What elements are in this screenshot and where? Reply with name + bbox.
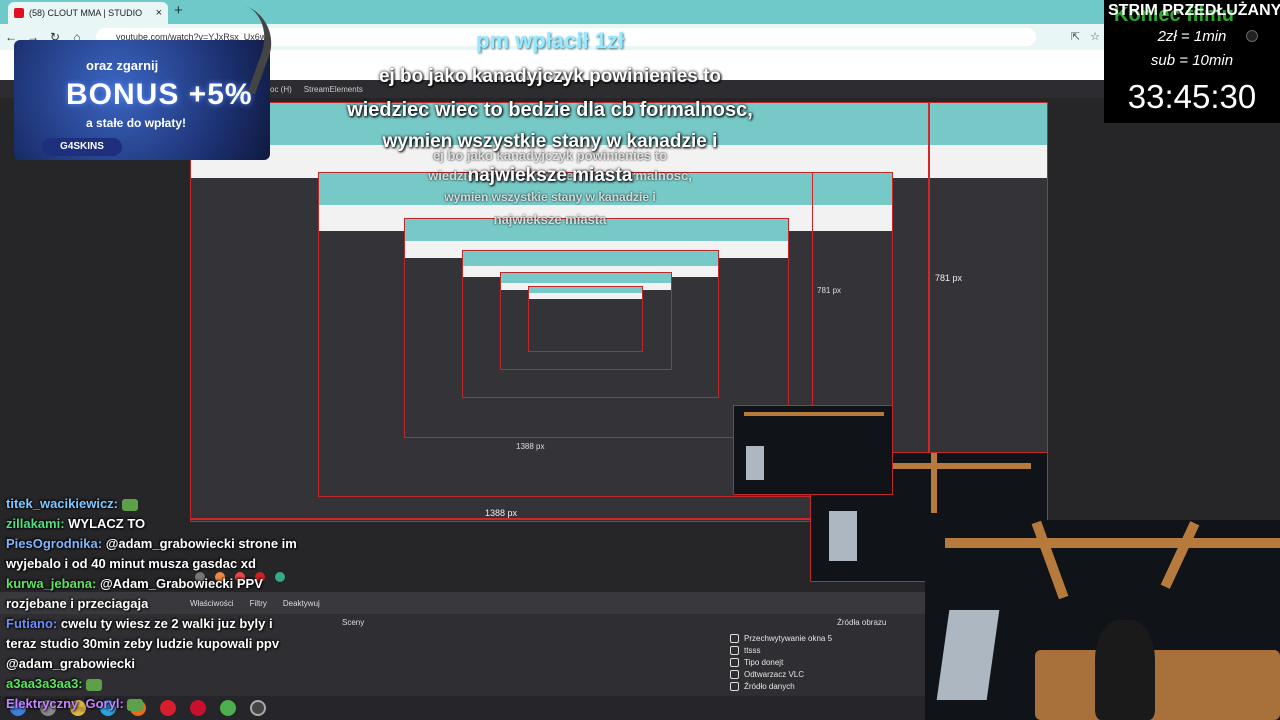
height-label: 781 px [935, 273, 963, 283]
chat-message: rozjebane i przeciagaja [6, 594, 336, 614]
width-label-2: 1388 px [516, 442, 545, 451]
globe-icon [730, 657, 739, 667]
chat-text: WYLACZ TO [68, 516, 146, 531]
chat-message: PiesOgrodnika: @adam_grabowiecki strone … [6, 534, 336, 554]
nested-caption: najwieksze miasta [493, 212, 607, 227]
sources-header: Źródła obrazu [837, 618, 887, 627]
source-label: Tipo donejt [744, 657, 784, 667]
chat-message: titek_wacikiewicz: [6, 494, 336, 514]
close-tab-icon[interactable]: × [156, 7, 162, 19]
chat-text: cwelu ty wiesz ze 2 walki juz byly i [60, 616, 273, 631]
chat-message: Elektryczny_Goryl: [6, 694, 336, 714]
window-capture-icon [730, 633, 739, 643]
chat-text: @adam_grabowiecki [6, 656, 136, 671]
chat-message: a3aa3a3aa3: [6, 674, 336, 694]
browser-tab[interactable]: (58) CLOUT MMA | STUDIO × [8, 2, 168, 24]
record-icon [1246, 30, 1258, 42]
youtube-icon [14, 8, 24, 18]
webcam-feed [925, 520, 1280, 720]
ad-line: a stałe do wpłaty! [86, 116, 187, 130]
tts-caption-line: wiedziec wiec to bedzie dla cb formalnos… [347, 99, 753, 121]
scenes-header: Sceny [342, 618, 365, 627]
play-icon [730, 681, 739, 691]
sources-list: Przechwytywanie okna 5 ttsss Tipo donejt… [730, 632, 920, 692]
chat-username: Futiano: [6, 616, 61, 631]
tts-caption-line: najwieksze miasta [467, 165, 633, 186]
height-label-2: 781 px [817, 286, 842, 295]
tts-caption-line: wymien wszystkie stany w kanadzie i [382, 131, 718, 152]
globe-icon [730, 645, 739, 655]
chat-username: a3aa3a3aa3: [6, 676, 87, 691]
info-title: STRIM PRZEDŁUŻANY [1108, 2, 1280, 19]
chat-text: rozjebane i przeciagaja [6, 596, 149, 611]
countdown-timer: 33:45:30 [1127, 78, 1257, 115]
chat-text: @Adam_Grabowiecki PPV [99, 576, 263, 591]
preview-frame-6 [528, 286, 643, 352]
chat-username: kurwa_jebana: [6, 576, 100, 591]
source-item[interactable]: Źródło danych [730, 680, 920, 692]
nested-caption: wymien wszystkie stany w kanadzie i [444, 190, 656, 204]
chat-message: Futiano: cwelu ty wiesz ze 2 walki juz b… [6, 614, 336, 634]
source-label: Odtwarzacz VLC [744, 669, 805, 679]
subathon-timer-box: Koniec filmu STRIM PRZEDŁUŻANY 2zł = 1mi… [1104, 0, 1280, 123]
emote-icon [127, 698, 144, 711]
source-item[interactable]: Odtwarzacz VLC [730, 668, 920, 680]
chat-message: teraz studio 30min zeby ludzie kupowali … [6, 634, 336, 654]
chat-username: PiesOgrodnika: [6, 536, 106, 551]
screen: (58) CLOUT MMA | STUDIO × + ← → ↻ ⌂ yout… [0, 0, 1280, 720]
chat-text: @adam_grabowiecki strone im [105, 536, 297, 551]
chat-message: wyjebalo i od 40 minut musza gasdac xd [6, 554, 336, 574]
source-item[interactable]: Przechwytywanie okna 5 [730, 632, 920, 644]
tts-caption-line: ej bo jako kanadyjczyk powinienies to [378, 66, 722, 87]
new-tab-button[interactable]: + [174, 2, 183, 19]
source-item[interactable]: ttsss [730, 644, 920, 656]
emote-icon [86, 678, 103, 691]
rate-sub: sub = 10min [1150, 52, 1234, 69]
browser-tab-bar: (58) CLOUT MMA | STUDIO × + [0, 0, 1280, 24]
play-icon [730, 669, 739, 679]
camera-thumbnail-2 [733, 405, 893, 495]
chat-message: @adam_grabowiecki [6, 654, 336, 674]
chat-username: zillakami: [6, 516, 69, 531]
chat-text: wyjebalo i od 40 minut musza gasdac xd [6, 556, 256, 571]
measure-line-vertical [928, 102, 930, 457]
emote-icon [121, 498, 138, 511]
chat-overlay: titek_wacikiewicz: zillakami: WYLACZ TO P… [6, 494, 336, 714]
width-label: 1388 px [485, 508, 518, 518]
tab-title: (58) CLOUT MMA | STUDIO [29, 8, 143, 18]
chat-text: teraz studio 30min zeby ludzie kupowali … [6, 636, 280, 651]
chat-message: kurwa_jebana: @Adam_Grabowiecki PPV [6, 574, 336, 594]
chat-message: zillakami: WYLACZ TO [6, 514, 336, 534]
brand-logo: G4SKINS [42, 138, 122, 156]
source-label: Przechwytywanie okna 5 [744, 633, 833, 643]
chat-username: Elektryczny_Goryl: [6, 696, 128, 711]
ad-line: oraz zgarnij [86, 58, 159, 73]
chat-username: titek_wacikiewicz: [6, 496, 122, 511]
source-label: ttsss [744, 645, 761, 655]
source-label: Źródło danych [744, 681, 795, 691]
source-item[interactable]: Tipo donejt [730, 656, 920, 668]
